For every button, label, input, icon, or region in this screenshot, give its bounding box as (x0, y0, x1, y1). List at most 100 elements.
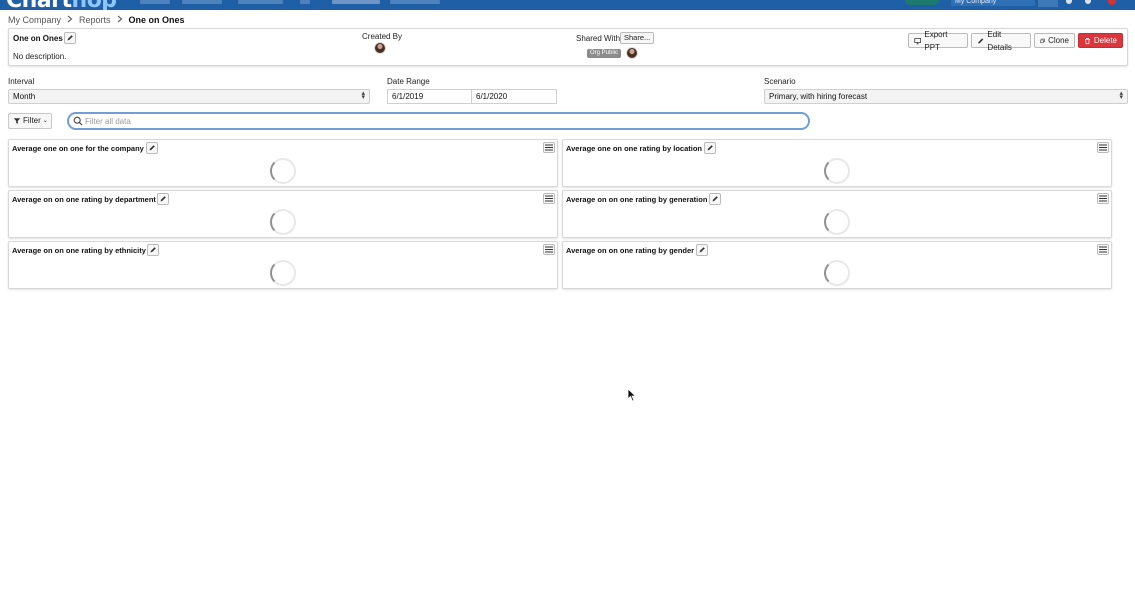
filter-button[interactable]: Filter ⌄ (8, 113, 52, 129)
status-pill[interactable] (905, 0, 939, 5)
nav-item[interactable] (390, 0, 440, 4)
toolbar-button[interactable] (1038, 0, 1058, 7)
export-ppt-button[interactable]: Export PPT (908, 30, 968, 52)
date-start-input[interactable]: 6/1/2019 (387, 89, 472, 104)
loading-spinner-icon (824, 158, 850, 184)
edit-title-button[interactable] (64, 32, 76, 44)
date-range-label: Date Range (387, 77, 430, 86)
logo-hop-text: hop (72, 0, 118, 10)
share-button[interactable]: Share... (620, 32, 655, 44)
nav-item[interactable] (140, 0, 170, 4)
pencil-icon (978, 37, 984, 44)
edit-widget-button[interactable] (704, 142, 716, 154)
edit-widget-button[interactable] (147, 244, 159, 256)
widget-card: Average on on one rating by generation (562, 190, 1112, 238)
widget-menu-button[interactable] (1097, 193, 1109, 204)
clone-label: Clone (1048, 36, 1069, 45)
filter-button-label: Filter (23, 116, 41, 125)
pencil-icon (150, 247, 156, 253)
nav-item[interactable] (182, 0, 222, 4)
pencil-icon (699, 247, 705, 253)
widget-menu-button[interactable] (543, 244, 555, 255)
chevron-right-icon (67, 15, 73, 25)
breadcrumb-company[interactable]: My Company (8, 15, 61, 25)
monitor-icon (914, 37, 921, 44)
pencil-icon (149, 145, 155, 151)
widget-card: Average on on one rating by ethnicity (8, 241, 558, 289)
breadcrumb-current: One on Ones (128, 15, 185, 25)
nav-item[interactable] (238, 0, 283, 4)
nav-item[interactable] (300, 0, 310, 4)
loading-spinner-icon (270, 260, 296, 286)
pencil-icon (67, 35, 73, 41)
widget-title: Average one on one for the company (12, 144, 144, 153)
widget-title: Average on on one rating by generation (566, 195, 708, 204)
sort-arrows-icon: ▴ ▾ (361, 90, 365, 101)
widget-title: Average on on one rating by department (12, 195, 156, 204)
copy-icon (1040, 38, 1045, 43)
edit-widget-button[interactable] (146, 142, 158, 154)
top-nav-bar: Charthop My Company (0, 0, 1135, 10)
widget-title: Average one on one rating by location (566, 144, 702, 153)
pencil-icon (707, 145, 713, 151)
scenario-label: Scenario (764, 77, 796, 86)
creator-avatar[interactable] (374, 42, 386, 54)
hamburger-menu-icon (1099, 246, 1107, 253)
report-title: One on Ones (13, 34, 63, 43)
delete-label: Delete (1093, 36, 1117, 45)
interval-value: Month (13, 92, 36, 101)
mouse-cursor-icon (627, 388, 637, 402)
chevron-down-icon: ⌄ (42, 118, 48, 124)
filter-funnel-icon (13, 118, 21, 124)
pencil-icon (160, 196, 166, 202)
shared-user-avatar[interactable] (626, 47, 638, 59)
loading-spinner-icon (270, 209, 296, 235)
date-end-input[interactable]: 6/1/2020 (471, 89, 557, 104)
filter-all-data-search[interactable] (67, 112, 810, 130)
interval-select[interactable]: Month ▴ ▾ (8, 89, 370, 104)
scenario-select[interactable]: Primary, with hiring forecast ▴ ▾ (764, 89, 1128, 104)
loading-spinner-icon (824, 260, 850, 286)
interval-label: Interval (8, 77, 35, 86)
widget-menu-button[interactable] (1097, 142, 1109, 153)
widget-menu-button[interactable] (543, 142, 555, 153)
settings-icon[interactable] (1085, 0, 1091, 4)
app-logo[interactable]: Charthop (6, 0, 117, 10)
widget-card: Average on on one rating by gender (562, 241, 1112, 289)
scenario-value: Primary, with hiring forecast (769, 92, 868, 101)
edit-widget-button[interactable] (709, 193, 721, 205)
widget-menu-button[interactable] (1097, 244, 1109, 255)
hamburger-menu-icon (1099, 144, 1107, 151)
hamburger-menu-icon (545, 195, 553, 202)
hamburger-menu-icon (545, 144, 553, 151)
trash-icon (1085, 37, 1090, 44)
company-selector[interactable]: My Company (951, 0, 1035, 6)
breadcrumb-reports[interactable]: Reports (79, 15, 111, 25)
widget-title: Average on on one rating by ethnicity (12, 246, 146, 255)
widget-card: Average on on one rating by department (8, 190, 558, 238)
edit-details-button[interactable]: Edit Details (971, 30, 1031, 52)
search-icon (73, 116, 83, 126)
delete-button[interactable]: Delete (1078, 33, 1123, 48)
edit-details-label: Edit Details (987, 29, 1012, 52)
logo-chart-text: Chart (6, 0, 72, 10)
help-icon[interactable] (1066, 0, 1072, 4)
loading-spinner-icon (270, 158, 296, 184)
hamburger-menu-icon (545, 246, 553, 253)
report-description: No description. (13, 52, 67, 61)
edit-widget-button[interactable] (157, 193, 169, 205)
breadcrumb: My Company Reports One on Ones (8, 14, 185, 26)
edit-widget-button[interactable] (696, 244, 708, 256)
widget-menu-button[interactable] (543, 193, 555, 204)
nav-item-reports-active[interactable] (332, 0, 380, 4)
shared-with-label: Shared With (576, 34, 621, 43)
sort-arrows-icon: ▴ ▾ (1119, 90, 1123, 101)
chevron-right-icon (117, 15, 123, 25)
search-input[interactable] (85, 115, 785, 127)
export-ppt-label: Export PPT (924, 29, 948, 52)
clone-button[interactable]: Clone (1034, 33, 1075, 48)
report-header-panel: One on Ones No description. Created By S… (8, 28, 1128, 66)
widget-title: Average on on one rating by gender (566, 246, 695, 255)
notification-badge[interactable] (1108, 0, 1116, 5)
pencil-icon (712, 196, 718, 202)
